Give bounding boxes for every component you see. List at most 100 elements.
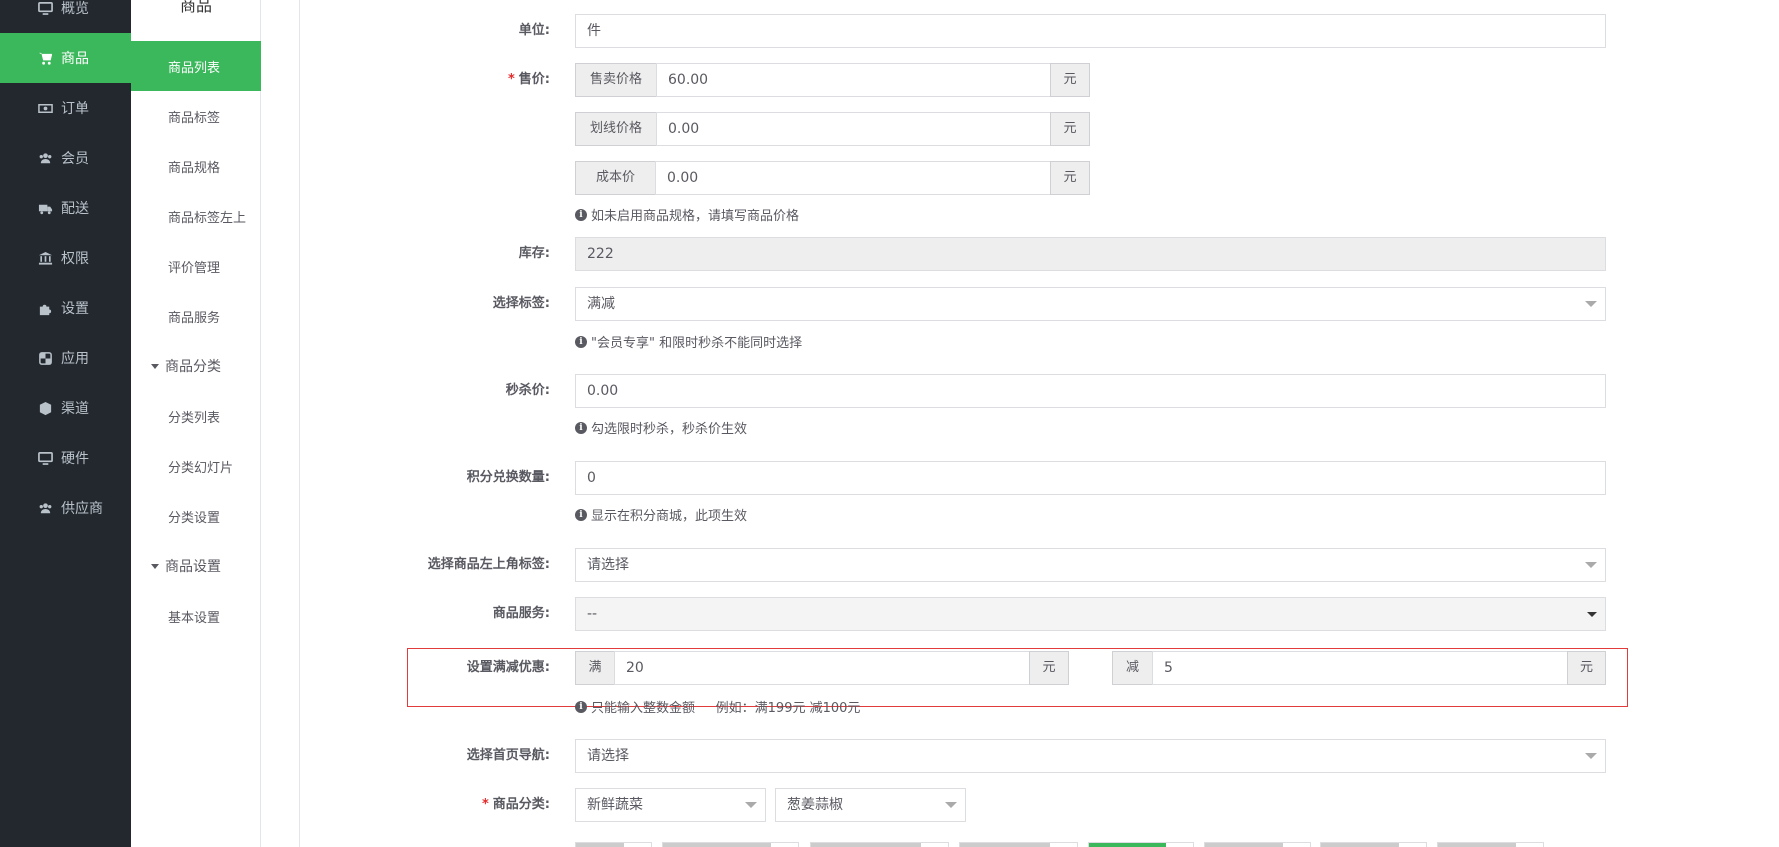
required-mark: * [481, 797, 489, 812]
sub-item-goods-specs[interactable]: 商品规格 [131, 141, 261, 191]
nav-item-label: 硬件 [61, 451, 89, 467]
sub-item-goods-list[interactable]: 商品列表 [131, 41, 261, 91]
category-select-primary[interactable]: 新鲜蔬菜 [575, 788, 766, 822]
nav-item-hardware[interactable]: 硬件 [0, 433, 131, 483]
discount-minus-input[interactable]: 5 [1152, 651, 1568, 685]
home-nav-select[interactable]: 请选择 [575, 739, 1606, 773]
discount-minus-unit: 元 [1567, 651, 1606, 685]
toggle-fill [1438, 843, 1516, 847]
nav-item-goods[interactable]: 商品 [0, 33, 131, 83]
chevron-down-icon [1585, 562, 1597, 568]
apps-icon [37, 350, 53, 366]
sub-item-category-list[interactable]: 分类列表 [131, 391, 261, 441]
toggle-chip[interactable] [1204, 842, 1311, 847]
strike-price-addon: 划线价格 [575, 112, 657, 146]
unit-input[interactable]: 件 [575, 14, 1606, 48]
strike-price-input[interactable]: 0.00 [656, 112, 1051, 146]
service-label: 商品服务: [492, 606, 550, 621]
chevron-down-icon [1585, 753, 1597, 759]
toggle-fill [1321, 843, 1399, 847]
sale-price-unit: 元 [1050, 63, 1090, 97]
sub-item-reviews[interactable]: 评价管理 [131, 241, 261, 291]
info-icon: i [575, 421, 587, 434]
discount-full-input[interactable]: 20 [614, 651, 1030, 685]
sub-group-goods-settings[interactable]: 商品设置 [131, 541, 261, 591]
toggle-chip[interactable] [810, 842, 949, 847]
main-sidebar: 概览 商品 订单 会员 配送 权限 设置 应用 渠道 硬件 供应商 [0, 0, 131, 847]
sub-sidebar-title: 商品 [179, 0, 212, 15]
nav-item-settings[interactable]: 设置 [0, 283, 131, 333]
sub-group-category[interactable]: 商品分类 [131, 341, 261, 391]
corner-tag-select[interactable]: 请选择 [575, 548, 1606, 582]
sub-item-category-slides[interactable]: 分类幻灯片 [131, 441, 261, 491]
users-icon [37, 150, 53, 166]
category-label: * 商品分类: [481, 797, 550, 812]
nav-item-suppliers[interactable]: 供应商 [0, 483, 131, 533]
nav-item-channels[interactable]: 渠道 [0, 383, 131, 433]
cost-price-addon: 成本价 [575, 161, 656, 195]
toggle-chip[interactable] [1437, 842, 1544, 847]
toggle-fill [811, 843, 921, 847]
toggle-chip[interactable] [1320, 842, 1427, 847]
service-select[interactable]: -- [575, 597, 1606, 631]
nav-item-members[interactable]: 会员 [0, 133, 131, 183]
category-select-secondary[interactable]: 葱姜蒜椒 [775, 788, 966, 822]
discount-label: 设置满减优惠: [466, 660, 550, 675]
home-nav-label: 选择首页导航: [466, 748, 550, 763]
sub-item-goods-service[interactable]: 商品服务 [131, 291, 261, 341]
nav-item-label: 应用 [61, 351, 89, 367]
points-input[interactable]: 0 [575, 461, 1606, 495]
sub-item-category-settings[interactable]: 分类设置 [131, 491, 261, 541]
toggle-chip[interactable] [575, 842, 652, 847]
nav-item-permissions[interactable]: 权限 [0, 233, 131, 283]
nav-item-label: 供应商 [61, 501, 103, 517]
nav-item-label: 概览 [61, 1, 89, 17]
toggle-chip[interactable] [662, 842, 799, 847]
sub-item-basic-settings[interactable]: 基本设置 [131, 591, 261, 641]
cost-price-input[interactable]: 0.00 [655, 161, 1051, 195]
users-icon [37, 500, 53, 516]
points-label: 积分兑换数量: [466, 470, 550, 485]
nav-item-overview[interactable]: 概览 [0, 0, 131, 33]
tag-select[interactable]: 满减 [575, 287, 1606, 321]
nav-item-delivery[interactable]: 配送 [0, 183, 131, 233]
money-icon [37, 100, 53, 116]
sale-price-addon: 售卖价格 [575, 63, 657, 97]
chevron-down-icon [1585, 301, 1597, 307]
toggle-fill [576, 843, 624, 847]
sub-item-goods-tags[interactable]: 商品标签 [131, 91, 261, 141]
toggle-chip-active[interactable] [1088, 842, 1194, 847]
flash-price-input[interactable]: 0.00 [575, 374, 1606, 408]
truck-icon [37, 200, 53, 216]
points-help: i 显示在积分商城，此项生效 [575, 505, 747, 524]
nav-item-apps[interactable]: 应用 [0, 333, 131, 383]
info-icon: i [575, 700, 587, 713]
toggle-fill [960, 843, 1050, 847]
caret-down-icon [1587, 612, 1597, 617]
nav-item-label: 订单 [61, 101, 89, 117]
cost-price-unit: 元 [1050, 161, 1090, 195]
required-mark: * [507, 72, 515, 87]
caret-down-icon [151, 563, 159, 569]
bank-icon [37, 250, 53, 266]
sale-price-input[interactable]: 60.00 [656, 63, 1051, 97]
price-label: * 售价: [507, 72, 550, 87]
chevron-down-icon [745, 802, 757, 808]
toggle-fill [1089, 843, 1166, 847]
tag-label: 选择标签: [492, 296, 550, 311]
chevron-down-icon [945, 802, 957, 808]
sub-group-label: 商品分类 [165, 359, 221, 375]
sub-group-label: 商品设置 [165, 559, 221, 575]
nav-item-label: 设置 [61, 301, 89, 317]
discount-full-addon: 满 [575, 651, 615, 685]
sub-item-tag-top-left[interactable]: 商品标签左上 [131, 191, 261, 241]
nav-item-label: 会员 [61, 151, 89, 167]
unit-label: 单位: [518, 23, 550, 38]
flash-price-help: i 勾选限时秒杀，秒杀价生效 [575, 418, 747, 437]
nav-item-label: 渠道 [61, 401, 89, 417]
discount-full-unit: 元 [1029, 651, 1069, 685]
toggle-chip[interactable] [959, 842, 1078, 847]
nav-item-orders[interactable]: 订单 [0, 83, 131, 133]
price-help: i 如未启用商品规格，请填写商品价格 [575, 205, 799, 224]
goods-edit-form: 单位: 件 * 售价: 售卖价格 60.00 元 划线价格 0.00 元 成本价 … [299, 0, 1779, 847]
